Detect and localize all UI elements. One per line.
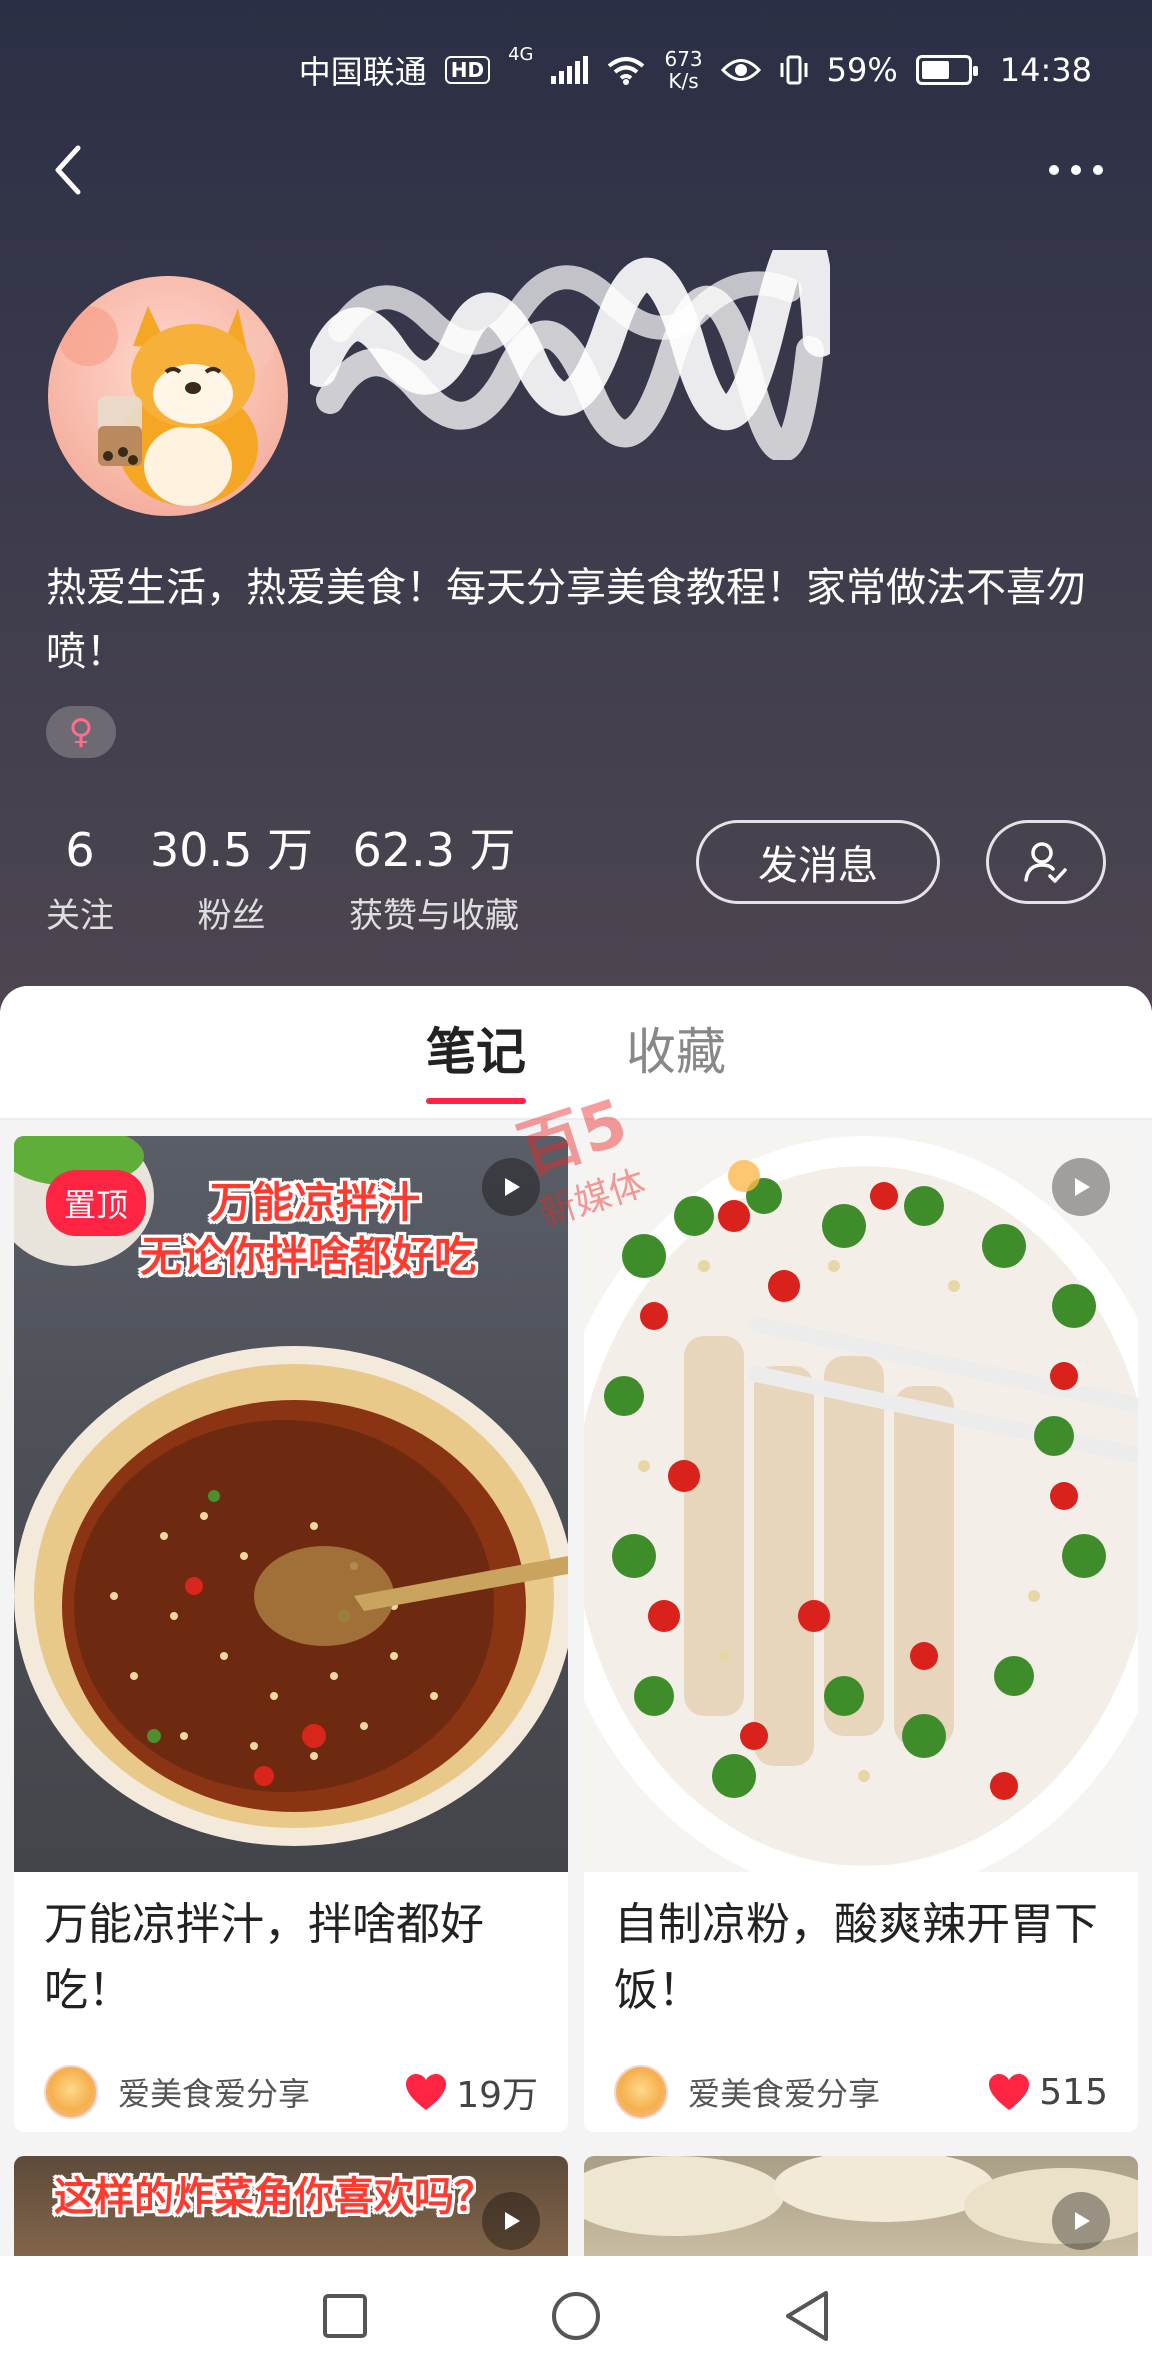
system-navigation-bar: [0, 2256, 1152, 2376]
stat-likes[interactable]: 62.3 万 获赞与收藏: [349, 820, 519, 937]
note-title[interactable]: 万能凉拌汁，拌啥都好吃！: [14, 1872, 568, 2052]
recent-apps-button[interactable]: [315, 2286, 375, 2346]
tab-collections[interactable]: 收藏: [626, 1012, 726, 1092]
note-card[interactable]: 自制凉粉，酸爽辣开胃下饭！ 爱美食爱分享 515: [584, 1136, 1138, 2132]
system-back-button[interactable]: [777, 2286, 837, 2346]
profile-bio: 热爱生活，热爱美食！每天分享美食教程！家常做法不喜勿喷！: [46, 565, 1086, 675]
more-button[interactable]: [1036, 140, 1116, 200]
redacted-username: [310, 250, 830, 460]
note-title[interactable]: 自制凉粉，酸爽辣开胃下饭！: [584, 1872, 1138, 2052]
user-check-icon: [1024, 842, 1067, 883]
author-avatar[interactable]: [44, 2065, 98, 2119]
heart-icon: [989, 2074, 1030, 2110]
stat-followers-count: 30.5 万: [150, 823, 314, 877]
stat-followers-label: 粉丝: [197, 896, 266, 936]
chevron-left-icon: [55, 145, 81, 195]
triangle-back-icon: [785, 2291, 828, 2341]
gender-female-icon: ♀: [46, 706, 116, 758]
author-name[interactable]: 爱美食爱分享: [118, 2069, 404, 2115]
video-play-icon: [1052, 2192, 1110, 2250]
cover-caption-line-1: 万能凉拌汁: [210, 1178, 421, 1227]
video-play-icon: [1052, 1158, 1110, 1216]
like-button[interactable]: 515: [987, 2072, 1108, 2113]
shiba-dog-avatar-icon: [58, 306, 274, 506]
like-button[interactable]: 19万: [404, 2066, 538, 2118]
back-button[interactable]: [40, 140, 100, 200]
profile-tabs: 笔记 收藏: [0, 986, 1152, 1120]
stat-followers[interactable]: 30.5 万 粉丝: [150, 820, 313, 937]
stat-following[interactable]: 6 关注: [46, 820, 114, 937]
circle-icon: [551, 2292, 600, 2340]
network-type: 4G: [508, 44, 534, 65]
profile-header: 中国联通 HD 4G 673 K/s 59% 14:38 热爱生活，热爱美食！每…: [0, 0, 1152, 1020]
square-icon: [323, 2294, 368, 2338]
home-button[interactable]: [546, 2286, 606, 2346]
cover-caption-line-1: 这样的炸菜角你喜欢吗？: [54, 2174, 494, 2220]
author-name[interactable]: 爱美食爱分享: [688, 2069, 987, 2115]
tab-notes[interactable]: 笔记: [426, 1012, 526, 1104]
signal-icon: [551, 56, 589, 84]
note-meta: 爱美食爱分享 515: [584, 2052, 1138, 2132]
like-count: 19万: [456, 2075, 538, 2116]
avatar[interactable]: [48, 276, 288, 516]
note-meta: 爱美食爱分享 19万: [14, 2052, 568, 2132]
pinned-badge: 置顶: [46, 1170, 147, 1236]
cover-caption-line-2: 无论你拌啥都好吃: [140, 1232, 477, 1281]
network-speed: 673 K/s: [664, 47, 703, 93]
note-cover-image[interactable]: 置顶 万能凉拌汁 无论你拌啥都好吃: [14, 1136, 568, 1872]
like-count: 515: [1039, 2071, 1108, 2113]
battery-icon: [915, 55, 978, 85]
vibrate-icon: [780, 55, 808, 85]
eye-icon: [720, 59, 761, 81]
carrier-label: 中国联通: [298, 53, 427, 91]
hd-badge: HD: [444, 56, 491, 84]
note-card[interactable]: 置顶 万能凉拌汁 无论你拌啥都好吃 万能凉拌汁，拌啥都好吃！ 爱美食爱分享 19…: [14, 1136, 568, 2132]
note-cover-image[interactable]: [584, 1136, 1138, 1872]
stat-likes-count: 62.3 万: [352, 823, 516, 877]
stat-following-label: 关注: [46, 896, 114, 936]
more-dots-icon: [1049, 165, 1103, 175]
wifi-icon: [608, 57, 645, 85]
stat-following-count: 6: [65, 823, 95, 877]
heart-icon: [406, 2074, 447, 2110]
cold-noodles-illustration: [584, 1136, 1138, 1872]
send-message-button[interactable]: 发消息: [696, 820, 940, 904]
author-avatar[interactable]: [614, 2065, 668, 2119]
clock: 14:38: [999, 51, 1092, 89]
battery-percent: 59%: [826, 51, 898, 89]
profile-stats: 6 关注 30.5 万 粉丝 62.3 万 获赞与收藏: [46, 820, 555, 937]
video-play-icon: [482, 2192, 540, 2250]
stat-likes-label: 获赞与收藏: [349, 896, 520, 936]
video-play-icon: [482, 1158, 540, 1216]
following-status-button[interactable]: [986, 820, 1106, 904]
status-bar: 中国联通 HD 4G 673 K/s 59% 14:38: [299, 40, 1092, 100]
